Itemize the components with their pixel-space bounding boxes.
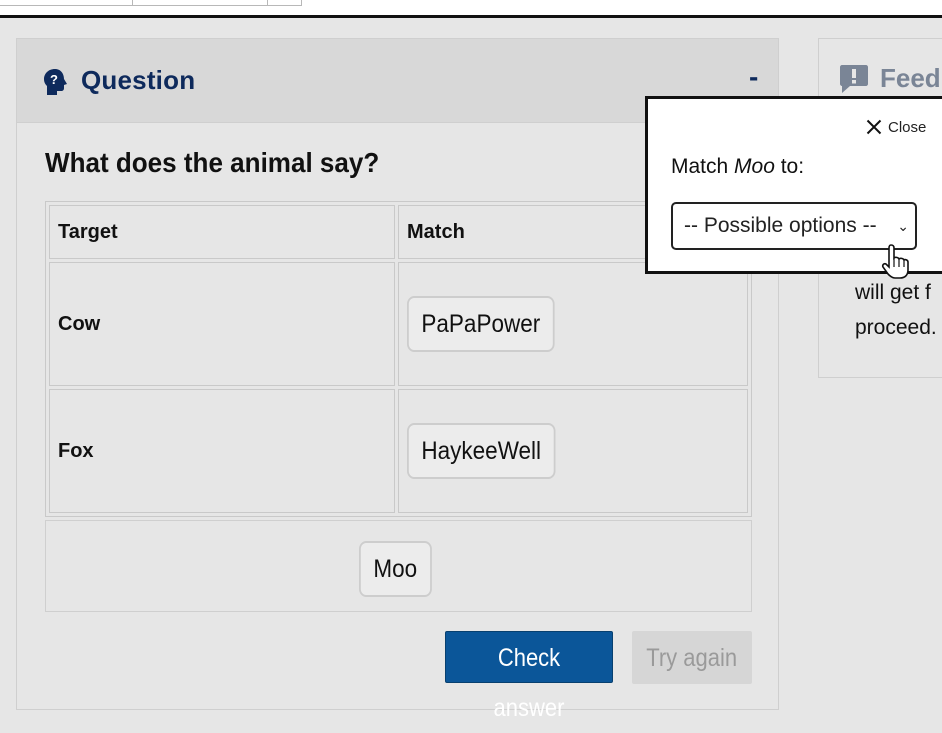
close-label: Close	[888, 119, 927, 136]
comment-exclamation-icon	[840, 65, 868, 93]
match-drop-zone[interactable]: HaykeeWell	[398, 389, 748, 513]
hand-pointer-cursor	[881, 244, 909, 279]
popup-label-suffix: to:	[774, 155, 805, 178]
head-question-icon: ?	[44, 69, 67, 95]
close-button[interactable]: Close	[866, 119, 926, 136]
close-icon	[866, 119, 882, 135]
question-prompt: What does the animal say?	[45, 147, 380, 178]
top-border	[0, 15, 942, 18]
target-cell: Fox	[49, 389, 395, 513]
feedback-line: proceed.	[855, 316, 937, 339]
select-value: -- Possible options --	[684, 214, 877, 237]
feedback-line: will get f	[855, 281, 931, 304]
answer-pool[interactable]: Moo	[45, 520, 752, 612]
svg-text:?: ?	[50, 72, 58, 87]
match-drop-zone[interactable]: PaPaPower	[398, 262, 748, 386]
answer-chip[interactable]: Moo	[359, 541, 432, 597]
target-cell: Cow	[49, 262, 395, 386]
check-answer-button[interactable]: Check answer	[445, 631, 613, 722]
tab-baseline	[0, 5, 302, 6]
answer-chip[interactable]: HaykeeWell	[407, 423, 556, 479]
chevron-down-icon: ⌄	[897, 218, 909, 234]
feedback-text: will get f proceed.	[855, 275, 937, 345]
table-row: Fox HaykeeWell	[49, 389, 748, 513]
answer-chip[interactable]: PaPaPower	[407, 296, 555, 352]
question-title: Question	[81, 65, 196, 95]
collapse-button[interactable]: -	[749, 61, 758, 93]
top-strip	[0, 0, 942, 15]
try-again-label: Try again	[646, 644, 738, 672]
popup-label: Match Moo to:	[671, 155, 804, 179]
table-row: Cow PaPaPower	[49, 262, 748, 386]
table-header-row: Target Match	[49, 205, 748, 259]
check-answer-label: Check answer	[493, 644, 565, 722]
column-header-target: Target	[49, 205, 395, 259]
try-again-button[interactable]: Try again	[632, 631, 752, 684]
popup-label-prefix: Match	[671, 155, 735, 178]
popup-label-term: Moo	[734, 155, 775, 178]
feedback-title: Feedb	[880, 63, 942, 93]
